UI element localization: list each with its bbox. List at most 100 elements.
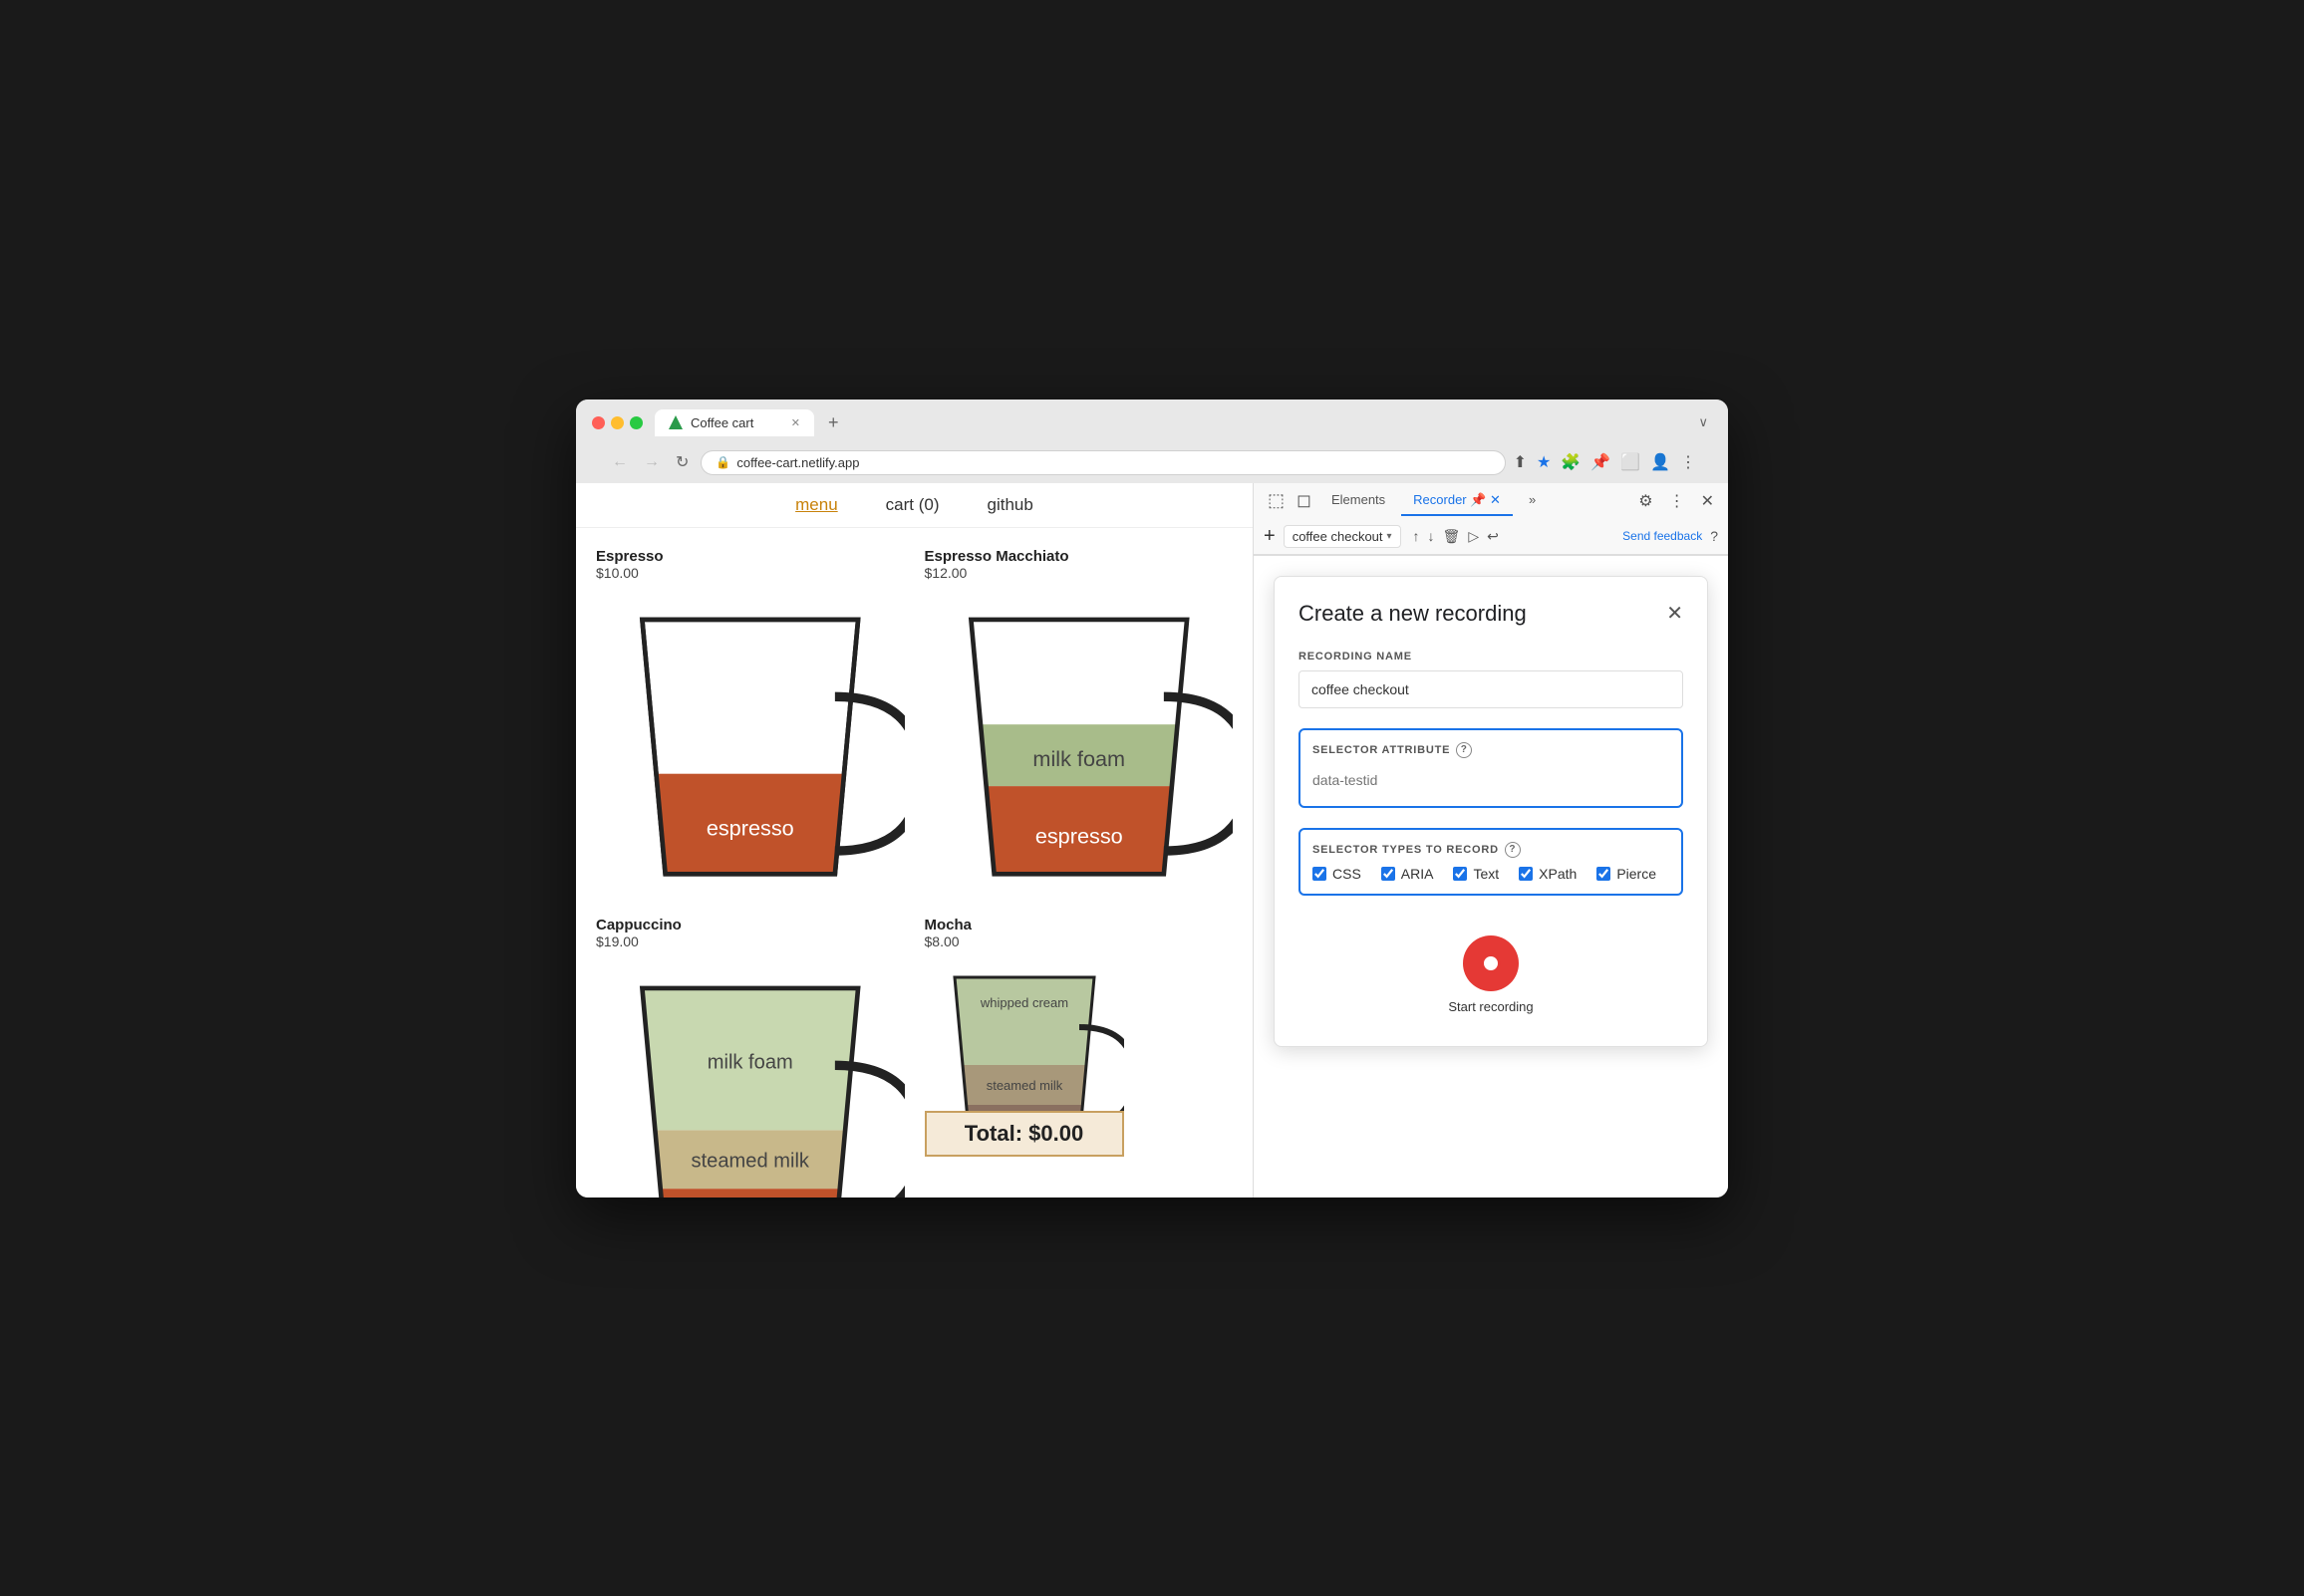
modal-header: Create a new recording ✕ xyxy=(1298,601,1683,627)
tab-close-button[interactable]: ✕ xyxy=(791,416,800,429)
download-button[interactable]: ↓ xyxy=(1428,528,1435,544)
svg-text:espresso: espresso xyxy=(1034,823,1122,848)
play-button[interactable]: ▷ xyxy=(1468,528,1479,545)
checkbox-text[interactable]: Text xyxy=(1453,866,1499,882)
product-espresso-macchiato[interactable]: Espresso Macchiato $12.00 espresso milk … xyxy=(925,548,1234,898)
browser-content: menu cart (0) github Espresso $10.00 xyxy=(576,483,1728,1197)
checkbox-pierce-input[interactable] xyxy=(1596,867,1610,881)
selector-types-label: SELECTOR TYPES TO RECORD ? xyxy=(1312,842,1669,858)
selector-attribute-help[interactable]: ? xyxy=(1456,742,1472,758)
checkbox-xpath-input[interactable] xyxy=(1519,867,1533,881)
title-bar: Coffee cart ✕ + ∨ ← → ↻ 🔒 coffee-cart.ne… xyxy=(576,399,1728,483)
svg-text:whipped cream: whipped cream xyxy=(979,995,1067,1010)
new-tab-button[interactable]: + xyxy=(822,412,845,433)
back-button[interactable]: ← xyxy=(608,451,632,473)
product-price-espresso: $10.00 xyxy=(596,565,905,581)
devtools-icons-right: ⚙ ⋮ ✕ xyxy=(1634,489,1718,513)
devtools-main: Create a new recording ✕ RECORDING NAME … xyxy=(1254,556,1728,1197)
checkbox-xpath[interactable]: XPath xyxy=(1519,866,1577,882)
product-name-espresso: Espresso xyxy=(596,548,905,565)
checkbox-css[interactable]: CSS xyxy=(1312,866,1361,882)
product-name-cappuccino: Cappuccino xyxy=(596,917,905,933)
recording-name-group: RECORDING NAME xyxy=(1298,651,1683,708)
browser-window: Coffee cart ✕ + ∨ ← → ↻ 🔒 coffee-cart.ne… xyxy=(576,399,1728,1197)
modal-title: Create a new recording xyxy=(1298,601,1527,627)
selector-types-section: SELECTOR TYPES TO RECORD ? CSS ARIA xyxy=(1298,828,1683,896)
checkbox-pierce[interactable]: Pierce xyxy=(1596,866,1656,882)
share-icon[interactable]: ⬆ xyxy=(1514,452,1527,472)
modal-close-button[interactable]: ✕ xyxy=(1666,601,1683,626)
svg-text:steamed milk: steamed milk xyxy=(986,1078,1062,1093)
upload-button[interactable]: ↑ xyxy=(1413,528,1420,544)
product-mocha[interactable]: Mocha $8.00 chocolate syrup ste xyxy=(925,917,1234,1197)
maximize-traffic-light[interactable] xyxy=(630,416,643,429)
forward-button[interactable]: → xyxy=(640,451,664,473)
tab-favicon xyxy=(669,415,683,429)
tab-recorder[interactable]: Recorder 📌 ✕ xyxy=(1401,486,1513,516)
address-input[interactable]: 🔒 coffee-cart.netlify.app xyxy=(701,450,1505,475)
profile-icon[interactable]: 👤 xyxy=(1650,452,1670,472)
start-recording-button[interactable] xyxy=(1463,935,1519,991)
checkbox-text-input[interactable] xyxy=(1453,867,1467,881)
devtools-close-button[interactable]: ✕ xyxy=(1697,489,1718,513)
recording-chip-text: coffee checkout xyxy=(1293,529,1383,544)
send-feedback-link[interactable]: Send feedback xyxy=(1622,529,1702,543)
device-toolbar-button[interactable]: ◻ xyxy=(1293,488,1315,513)
website-pane: menu cart (0) github Espresso $10.00 xyxy=(576,483,1254,1197)
cup-svg-cappuccino: espresso steamed milk milk foam xyxy=(596,957,905,1197)
nav-cart[interactable]: cart (0) xyxy=(886,495,940,515)
bookmark-icon[interactable]: ★ xyxy=(1537,452,1551,472)
expand-button[interactable]: ∨ xyxy=(1698,414,1708,430)
tab-elements[interactable]: Elements xyxy=(1319,486,1397,515)
more-icon[interactable]: ⋮ xyxy=(1680,452,1696,472)
recorder-action-icons: ↑ ↓ 🗑 ▷ ↩ xyxy=(1413,528,1499,545)
refresh-button[interactable]: ↻ xyxy=(672,450,693,474)
svg-text:milk foam: milk foam xyxy=(1032,745,1125,770)
product-name-mocha: Mocha xyxy=(925,917,1234,933)
lock-icon: 🔒 xyxy=(716,455,730,469)
tab-more[interactable]: » xyxy=(1517,486,1548,515)
selector-attribute-input[interactable] xyxy=(1312,766,1669,794)
inspect-element-button[interactable]: ⬚ xyxy=(1264,488,1289,513)
selector-attribute-label: SELECTOR ATTRIBUTE ? xyxy=(1312,742,1669,758)
record-inner-circle xyxy=(1481,953,1501,973)
start-recording-label: Start recording xyxy=(1448,999,1533,1014)
browser-tab[interactable]: Coffee cart ✕ xyxy=(655,409,814,436)
site-nav: menu cart (0) github xyxy=(576,483,1253,528)
checkbox-css-input[interactable] xyxy=(1312,867,1326,881)
recorder-toolbar: + coffee checkout ▾ ↑ ↓ 🗑 ▷ ↩ Send feedb… xyxy=(1254,519,1728,555)
close-traffic-light[interactable] xyxy=(592,416,605,429)
help-button[interactable]: ? xyxy=(1710,528,1718,544)
add-recording-button[interactable]: + xyxy=(1264,525,1276,548)
nav-github[interactable]: github xyxy=(988,495,1033,515)
devtools-tabs-row: ⬚ ◻ Elements Recorder 📌 ✕ » ⚙ ⋮ ✕ xyxy=(1254,483,1728,519)
new-recording-modal: Create a new recording ✕ RECORDING NAME … xyxy=(1274,576,1708,1047)
checkbox-aria-input[interactable] xyxy=(1381,867,1395,881)
nav-menu[interactable]: menu xyxy=(795,495,838,515)
title-bar-top: Coffee cart ✕ + ∨ xyxy=(592,409,1712,436)
product-price-cappuccino: $19.00 xyxy=(596,933,905,949)
checkbox-aria[interactable]: ARIA xyxy=(1381,866,1434,882)
product-espresso[interactable]: Espresso $10.00 espresso xyxy=(596,548,905,898)
delete-button[interactable]: 🗑 xyxy=(1443,528,1461,545)
devtools-panel: ⬚ ◻ Elements Recorder 📌 ✕ » ⚙ ⋮ ✕ + coff… xyxy=(1254,483,1728,1197)
tab-strip-icon[interactable]: ⬜ xyxy=(1620,452,1640,472)
devtools-settings-button[interactable]: ⚙ xyxy=(1634,489,1656,513)
product-cappuccino[interactable]: Cappuccino $19.00 espresso steamed milk xyxy=(596,917,905,1197)
selector-attribute-section: SELECTOR ATTRIBUTE ? xyxy=(1298,728,1683,808)
tabs-bar: Coffee cart ✕ + ∨ xyxy=(655,409,1712,436)
checkboxes-row: CSS ARIA Text XPath xyxy=(1312,866,1669,882)
toolbar-icons: ⬆ ★ 🧩 📌 ⬜ 👤 ⋮ xyxy=(1514,452,1696,472)
pin-icon[interactable]: 📌 xyxy=(1590,452,1610,472)
cup-svg-espresso: espresso xyxy=(596,589,905,898)
product-name-macchiato: Espresso Macchiato xyxy=(925,548,1234,565)
recording-name-chip[interactable]: coffee checkout ▾ xyxy=(1284,525,1401,548)
tab-title: Coffee cart xyxy=(691,415,753,430)
address-bar: ← → ↻ 🔒 coffee-cart.netlify.app ⬆ ★ 🧩 📌 … xyxy=(592,444,1712,483)
selector-types-help[interactable]: ? xyxy=(1505,842,1521,858)
minimize-traffic-light[interactable] xyxy=(611,416,624,429)
step-button[interactable]: ↩ xyxy=(1487,528,1499,545)
devtools-more-button[interactable]: ⋮ xyxy=(1665,489,1689,513)
extensions-icon[interactable]: 🧩 xyxy=(1561,452,1581,472)
recording-name-input[interactable] xyxy=(1298,670,1683,708)
